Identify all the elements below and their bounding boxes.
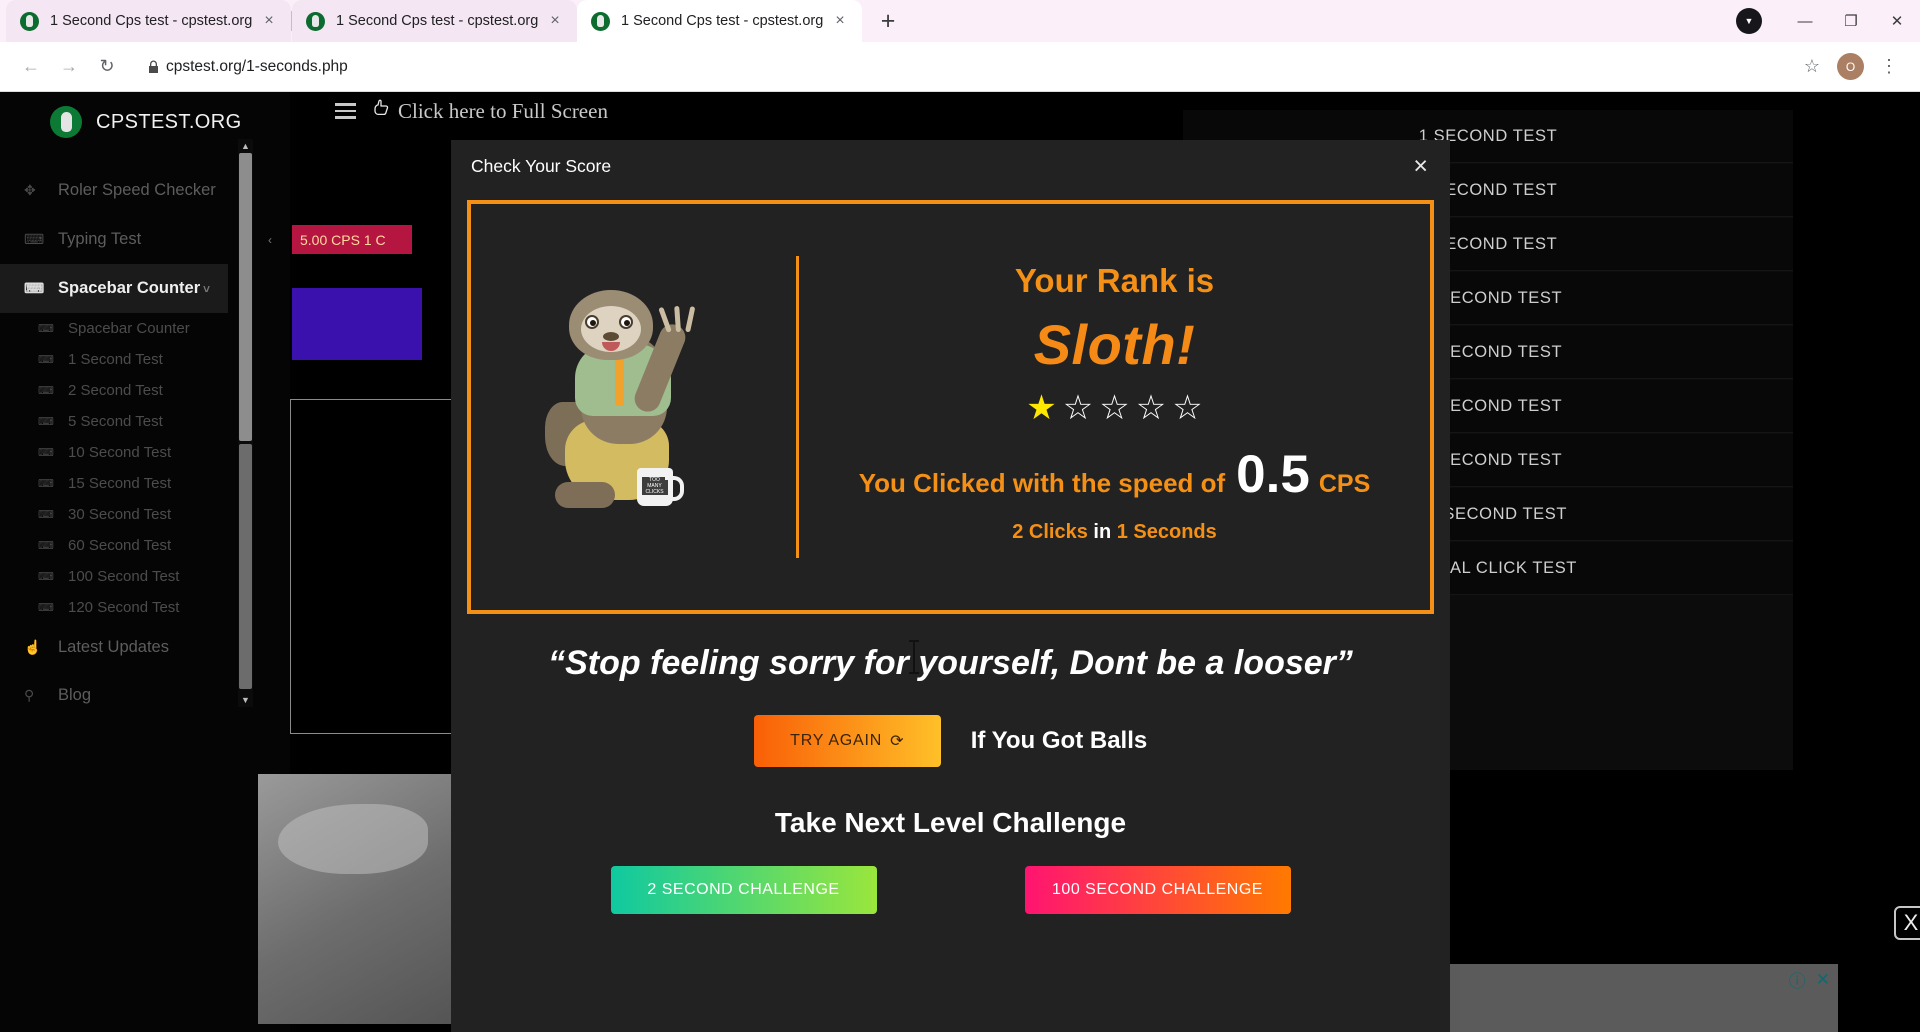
- modal-close-icon[interactable]: ×: [1413, 153, 1428, 179]
- modal-header: Check Your Score ×: [451, 140, 1450, 192]
- quote-text: “Stop feeling sorry for yourself, Dont b…: [548, 644, 1353, 682]
- score-modal: Check Your Score × TOO MANY CLICKS Your …: [451, 140, 1450, 1032]
- tab-title: 1 Second Cps test - cpstest.org: [50, 13, 253, 29]
- tab-favicon-icon: [20, 11, 39, 31]
- star-rating: ★ ☆ ☆ ☆ ☆: [1026, 391, 1202, 425]
- browser-tab[interactable]: 1 Second Cps test - cpstest.org ×: [292, 0, 577, 42]
- browser-window: 1 Second Cps test - cpstest.org × 1 Seco…: [0, 0, 1920, 1032]
- lock-icon: [140, 60, 166, 74]
- sloth-nose: [602, 332, 619, 341]
- sloth-eye-left: [584, 315, 599, 329]
- maximize-button[interactable]: ❐: [1828, 0, 1874, 42]
- text-cursor-icon: [909, 640, 919, 674]
- browser-toolbar: ← → ↻ cpstest.org/1-seconds.php ☆ O ⋮: [0, 42, 1920, 92]
- tab-title: 1 Second Cps test - cpstest.org: [336, 13, 539, 29]
- speed-value: 0.5: [1236, 445, 1310, 504]
- rank-name: Sloth!: [1033, 313, 1196, 376]
- next-level-title: Take Next Level Challenge: [774, 807, 1127, 838]
- clicks-duration: 1 Seconds: [1116, 521, 1217, 543]
- new-tab-button[interactable]: +: [870, 3, 906, 39]
- sloth-foot: [554, 482, 615, 508]
- refresh-icon: ⟳: [890, 733, 905, 750]
- window-controls: ▼ — ❐ ✕: [1736, 0, 1920, 42]
- tab-close-icon[interactable]: ×: [543, 9, 567, 33]
- challenge-row: 2 SECOND CHALLENGE 100 SECOND CHALLENGE: [451, 866, 1450, 914]
- speed-prefix: You Clicked with the speed of: [858, 468, 1226, 498]
- tab-close-icon[interactable]: ×: [257, 9, 281, 33]
- try-again-row: TRY AGAIN ⟳ If You Got Balls: [451, 715, 1450, 767]
- clicks-mid: in: [1093, 521, 1112, 543]
- tab-favicon-icon: [306, 11, 325, 31]
- tab-favicon-icon: [591, 11, 610, 31]
- got-balls-label: If You Got Balls: [970, 727, 1148, 754]
- sloth-illustration: TOO MANY CLICKS: [471, 204, 796, 610]
- star-empty-icon: ☆: [1062, 389, 1094, 427]
- page-content: CPSTEST.ORG ✥ Roler Speed Checker ⌨ Typing …: [0, 92, 1920, 1032]
- chevron-down-icon[interactable]: ▼: [1736, 8, 1762, 34]
- star-empty-icon: ☆: [1099, 389, 1130, 427]
- star-filled-icon: ★: [1026, 389, 1057, 427]
- forward-icon[interactable]: →: [50, 48, 88, 86]
- rank-block: Your Rank is Sloth! ★ ☆ ☆ ☆ ☆ You Clicked wi…: [799, 262, 1430, 552]
- browser-tab[interactable]: 1 Second Cps test - cpstest.org ×: [6, 0, 291, 42]
- url-text: cpstest.org/1-seconds.php: [166, 57, 348, 75]
- tab-close-icon[interactable]: ×: [828, 9, 852, 33]
- address-bar[interactable]: cpstest.org/1-seconds.php: [134, 50, 1785, 84]
- tab-title: 1 Second Cps test - cpstest.org: [621, 13, 824, 29]
- clicks-count: 2 Clicks: [1012, 521, 1088, 543]
- star-empty-icon: ☆: [1135, 389, 1167, 427]
- challenge-button-2s[interactable]: 2 SECOND CHALLENGE: [610, 866, 877, 914]
- sloth-eye-right: [618, 315, 633, 329]
- motivational-quote: “Stop feeling sorry for yourself, Dont b…: [451, 640, 1450, 683]
- modal-overlay: Check Your Score × TOO MANY CLICKS Your …: [0, 92, 1920, 1032]
- modal-title: Check Your Score: [471, 155, 612, 176]
- avatar[interactable]: O: [1837, 53, 1864, 80]
- browser-tab-active[interactable]: 1 Second Cps test - cpstest.org ×: [577, 0, 862, 42]
- sloth-icon: TOO MANY CLICKS: [519, 282, 749, 532]
- speed-line: You Clicked with the speed of 0.5 CPS: [858, 445, 1371, 504]
- minimize-button[interactable]: —: [1782, 0, 1828, 42]
- bookmark-star-icon[interactable]: ☆: [1793, 48, 1831, 86]
- speed-unit: CPS: [1318, 470, 1371, 498]
- rank-prefix: Your Rank is: [1014, 262, 1215, 299]
- back-icon[interactable]: ←: [12, 48, 50, 86]
- try-again-button[interactable]: TRY AGAIN ⟳: [753, 715, 941, 767]
- try-again-label: TRY AGAIN: [790, 732, 883, 749]
- reload-icon[interactable]: ↻: [88, 48, 126, 86]
- tab-strip: 1 Second Cps test - cpstest.org × 1 Seco…: [0, 0, 1920, 42]
- challenge-button-100s[interactable]: 100 SECOND CHALLENGE: [1024, 866, 1291, 914]
- sloth-claw: [657, 305, 695, 340]
- star-empty-icon: ☆: [1172, 389, 1203, 427]
- score-card: TOO MANY CLICKS Your Rank is Sloth! ★ ☆ ☆ ☆…: [467, 200, 1434, 614]
- window-close-button[interactable]: ✕: [1874, 0, 1920, 42]
- mug-label: TOO MANY CLICKS: [641, 477, 668, 495]
- sloth-mug: TOO MANY CLICKS: [636, 468, 684, 506]
- browser-menu-icon[interactable]: ⋮: [1870, 48, 1908, 86]
- clicks-line: 2 Clicks in 1 Seconds: [1012, 521, 1217, 544]
